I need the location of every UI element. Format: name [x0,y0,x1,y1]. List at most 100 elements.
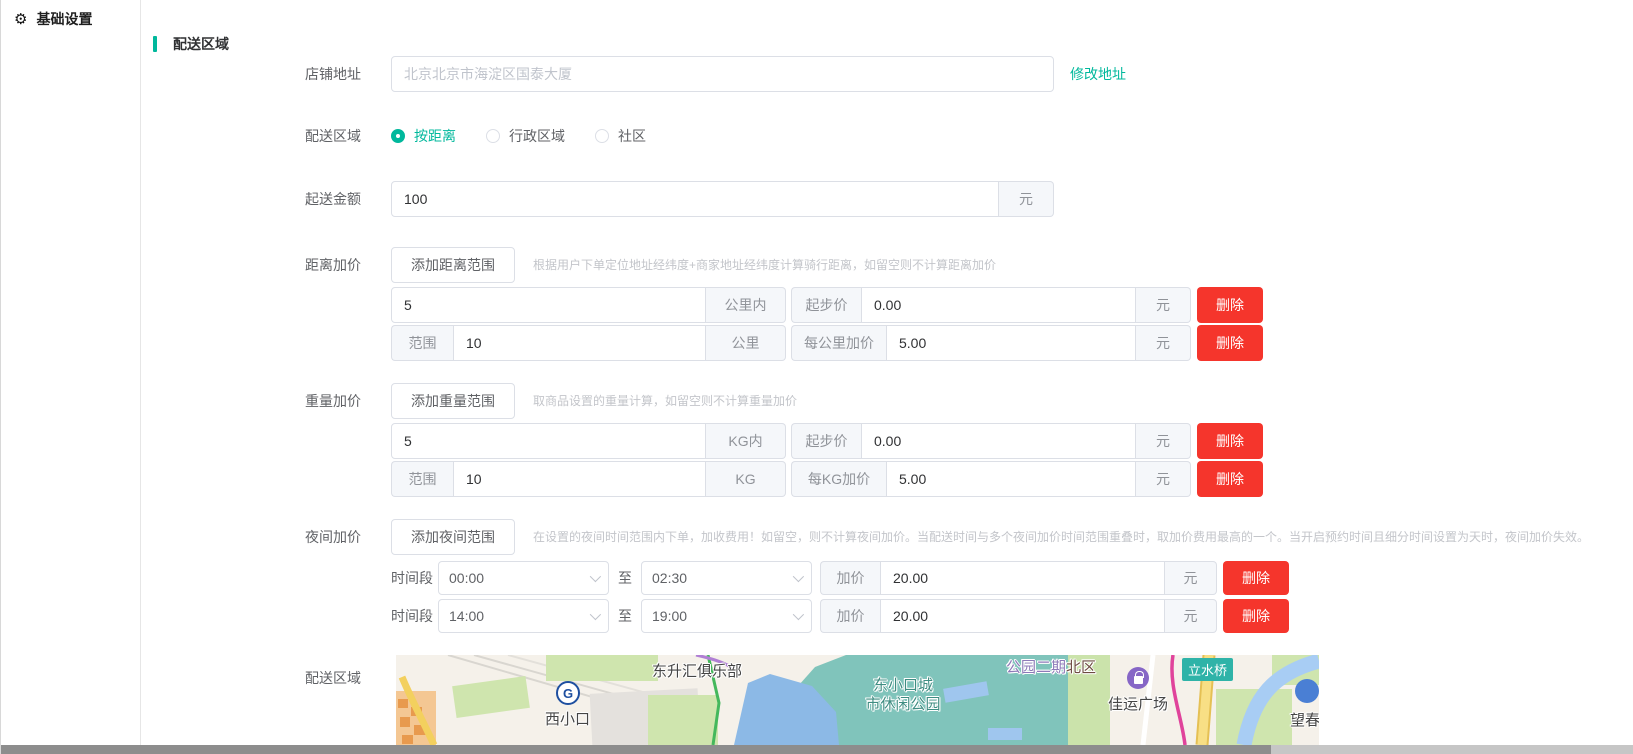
min-amount-row: 元 [391,181,1054,217]
weight-unit-suffix: KG内 [706,423,786,459]
weight-range-input[interactable] [391,423,706,459]
base-price-prefix: 起步价 [791,423,861,459]
weight-pricing-label: 重量加价 [111,383,361,419]
to-word: 至 [618,599,632,633]
night-pricing-label: 夜间加价 [111,519,361,555]
map-label-park: 东小口城 市休闲公园 [848,676,958,714]
price-unit-suffix: 元 [1165,599,1217,633]
per-km-price-input[interactable] [886,325,1136,361]
to-word: 至 [618,561,632,595]
distance-add-row: 添加距离范围 根据用户下单定位地址经纬度+商家地址经纬度计算骑行距离，如留空则不… [391,247,996,283]
delete-button[interactable]: 删除 [1223,599,1289,633]
chevron-down-icon [590,571,601,582]
add-distance-range-button[interactable]: 添加距离范围 [391,247,515,283]
subway-station-icon[interactable]: G [556,681,580,705]
mall-icon[interactable] [1127,667,1149,689]
poi-icon[interactable] [1295,679,1319,703]
time-to-select[interactable]: 19:00 [641,599,812,633]
base-price-input[interactable] [861,423,1136,459]
per-kg-price-prefix: 每KG加价 [791,461,886,497]
distance-unit-suffix: 公里内 [706,287,786,323]
time-from-select[interactable]: 14:00 [438,599,609,633]
chevron-down-icon [793,609,804,620]
time-to-select[interactable]: 02:30 [641,561,812,595]
radio-by-distance[interactable]: 按距离 [391,118,456,154]
map-badge-lishuiqiao: 立水桥 [1182,658,1233,681]
map-label-park-north: 公园二期北区 [1006,656,1096,677]
distance-range-input[interactable] [453,325,706,361]
weight-rule-row-1: KG内 起步价 元 删除 [391,423,1263,459]
distance-rule-row-2: 范围 公里 每公里加价 元 删除 [391,325,1263,361]
sidebar-item-basic-settings[interactable]: ⚙ 基础设置 [1,0,140,38]
range-prefix: 范围 [391,325,453,361]
add-night-range-button[interactable]: 添加夜间范围 [391,519,515,555]
delete-button[interactable]: 删除 [1197,287,1263,323]
section-title: 配送区域 [173,34,229,54]
gear-icon: ⚙ [14,12,27,27]
weight-hint: 取商品设置的重量计算，如留空则不计算重量加价 [533,383,797,419]
radio-unselected-icon [595,129,609,143]
area-mode-label: 配送区域 [111,118,361,154]
distance-hint: 根据用户下单定位地址经纬度+商家地址经纬度计算骑行距离，如留空则不计算距离加价 [533,247,996,283]
delete-button[interactable]: 删除 [1223,561,1289,595]
section-accent-bar [153,36,157,52]
markup-prefix: 加价 [820,599,880,633]
radio-unselected-icon [486,129,500,143]
store-address-label: 店铺地址 [111,56,361,92]
map-label-club: 东升汇俱乐部 [652,660,742,681]
settings-page: ⚙ 基础设置 配送区域 店铺地址 修改地址 配送区域 按距离 行政区域 社区 起… [0,0,1633,754]
sidebar-item-label: 基础设置 [36,9,92,29]
time-from-select[interactable]: 00:00 [438,561,609,595]
map-label-mall: 佳运广场 [1108,693,1168,714]
min-amount-input[interactable] [391,181,999,217]
per-km-price-prefix: 每公里加价 [791,325,886,361]
add-weight-range-button[interactable]: 添加重量范围 [391,383,515,419]
time-range-label: 时间段 [391,599,433,633]
area-mode-radio-group: 按距离 行政区域 社区 [391,118,676,154]
radio-admin-region[interactable]: 行政区域 [486,118,565,154]
night-rule-row-2: 时间段 14:00 至 19:00 加价 元 删除 [391,599,1289,633]
per-kg-price-input[interactable] [886,461,1136,497]
night-hint: 在设置的夜间时间范围内下单，加收费用！如留空，则不计算夜间加价。当配送时间与多个… [533,519,1589,555]
distance-range-input[interactable] [391,287,706,323]
weight-add-row: 添加重量范围 取商品设置的重量计算，如留空则不计算重量加价 [391,383,797,419]
night-add-row: 添加夜间范围 在设置的夜间时间范围内下单，加收费用！如留空，则不计算夜间加价。当… [391,519,1589,555]
delivery-map-label: 配送区域 [111,660,361,696]
section-header: 配送区域 [153,34,229,54]
weight-range-input[interactable] [453,461,706,497]
scrollbar-thumb[interactable] [1,745,1271,754]
radio-selected-icon [391,129,405,143]
range-prefix: 范围 [391,461,453,497]
delete-button[interactable]: 删除 [1197,325,1263,361]
markup-prefix: 加价 [820,561,880,595]
distance-pricing-label: 距离加价 [111,247,361,283]
radio-community[interactable]: 社区 [595,118,646,154]
night-markup-input[interactable] [880,561,1165,595]
change-address-link[interactable]: 修改地址 [1070,56,1126,92]
delete-button[interactable]: 删除 [1197,461,1263,497]
weight-rule-row-2: 范围 KG 每KG加价 元 删除 [391,461,1263,497]
distance-unit-suffix: 公里 [706,325,786,361]
map-label-wangchun: 望春 [1290,709,1319,730]
base-price-input[interactable] [861,287,1136,323]
delete-button[interactable]: 删除 [1197,423,1263,459]
price-unit-suffix: 元 [1136,461,1191,497]
horizontal-scrollbar[interactable] [1,745,1633,754]
distance-rule-row-1: 公里内 起步价 元 删除 [391,287,1263,323]
store-address-input[interactable] [391,56,1054,92]
sidebar: ⚙ 基础设置 [1,0,141,745]
delivery-area-map[interactable]: G 西小口 东升汇俱乐部 东小口城 市休闲公园 公园二期北区 立水桥 佳运广场 … [396,655,1319,745]
price-unit-suffix: 元 [1165,561,1217,595]
price-unit-suffix: 元 [1136,325,1191,361]
night-rule-row-1: 时间段 00:00 至 02:30 加价 元 删除 [391,561,1289,595]
store-address-row: 修改地址 [391,56,1126,92]
chevron-down-icon [793,571,804,582]
night-markup-input[interactable] [880,599,1165,633]
min-amount-unit-suffix: 元 [999,181,1054,217]
weight-unit-suffix: KG [706,461,786,497]
time-range-label: 时间段 [391,561,433,595]
base-price-prefix: 起步价 [791,287,861,323]
chevron-down-icon [590,609,601,620]
min-amount-label: 起送金额 [111,181,361,217]
price-unit-suffix: 元 [1136,287,1191,323]
